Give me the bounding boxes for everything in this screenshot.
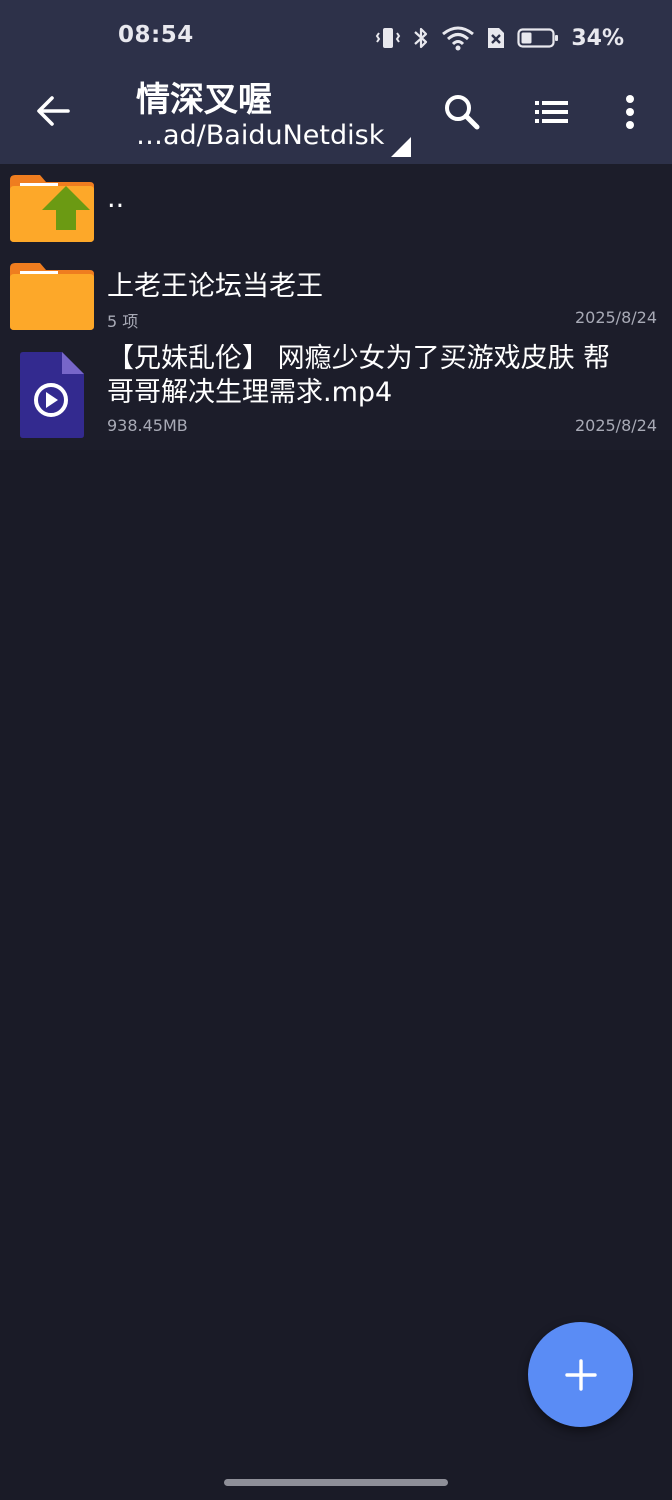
file-date: 2025/8/24	[574, 308, 657, 327]
battery-percent: 34%	[571, 25, 624, 51]
status-time: 08:54	[118, 22, 194, 48]
folder-icon	[10, 263, 94, 330]
file-name: 上老王论坛当老王	[107, 271, 323, 302]
file-manager-screen: 08:54 34% 情深叉喔 …ad/BaiduNetdisk .. 上老王论坛…	[0, 0, 672, 1500]
file-date: 2025/8/24	[574, 416, 657, 435]
search-button[interactable]	[432, 82, 492, 142]
header: 08:54 34% 情深叉喔 …ad/BaiduNetdisk	[0, 0, 672, 164]
file-name-line-1: 【兄妹乱伦】 网瘾少女为了买游戏皮肤 帮	[107, 343, 611, 374]
folder-title: 情深叉喔	[136, 80, 272, 120]
home-indicator[interactable]	[224, 1479, 448, 1486]
list-view-icon	[535, 101, 568, 123]
sim-off-icon	[485, 25, 507, 51]
file-name: ..	[107, 183, 125, 214]
dropdown-triangle-icon[interactable]	[390, 136, 412, 158]
file-meta: 938.45MB	[107, 416, 188, 435]
back-arrow-icon	[37, 96, 70, 126]
file-list: .. 上老王论坛当老王 5 项 2025/8/24 【兄妹乱伦】 网瘾少女为了买…	[0, 164, 672, 450]
list-view-button[interactable]	[522, 82, 582, 142]
search-icon	[445, 95, 480, 130]
list-item-folder[interactable]: 上老王论坛当老王 5 项 2025/8/24	[0, 252, 672, 340]
wifi-icon	[441, 25, 475, 51]
list-item-video[interactable]: 【兄妹乱伦】 网瘾少女为了买游戏皮肤 帮 哥哥解决生理需求.mp4 938.45…	[0, 340, 672, 450]
battery-icon	[517, 25, 559, 51]
status-icons: 34%	[375, 22, 624, 54]
folder-up-icon	[10, 175, 94, 242]
more-vert-icon	[626, 95, 634, 129]
video-file-icon	[20, 352, 84, 438]
path-breadcrumb[interactable]: …ad/BaiduNetdisk	[136, 120, 384, 151]
add-fab-button[interactable]	[528, 1322, 633, 1427]
vibrate-icon	[375, 25, 401, 51]
file-name-line-2: 哥哥解决生理需求.mp4	[107, 377, 393, 408]
bluetooth-icon	[411, 25, 431, 51]
list-item-parent[interactable]: ..	[0, 164, 672, 252]
file-name: 【兄妹乱伦】 网瘾少女为了买游戏皮肤 帮 哥哥解决生理需求.mp4	[107, 342, 610, 410]
back-button[interactable]	[22, 80, 84, 142]
more-options-button[interactable]	[600, 82, 660, 142]
plus-icon	[564, 1358, 597, 1391]
file-meta: 5 项	[107, 312, 139, 331]
